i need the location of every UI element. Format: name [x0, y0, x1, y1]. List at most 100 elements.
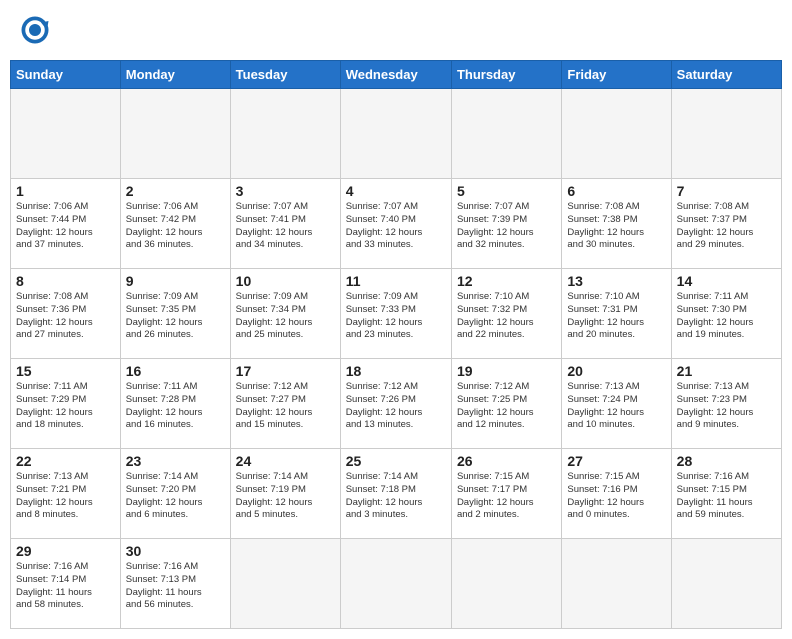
calendar-cell: 30 Sunrise: 7:16 AMSunset: 7:13 PMDayligh… — [120, 539, 230, 629]
calendar-cell — [340, 539, 451, 629]
calendar-cell — [451, 89, 561, 179]
page-header — [10, 10, 782, 50]
day-info: Sunrise: 7:14 AMSunset: 7:20 PMDaylight:… — [126, 471, 225, 522]
day-number: 21 — [677, 363, 776, 379]
calendar-cell: 13Sunrise: 7:10 AMSunset: 7:31 PMDayligh… — [562, 269, 671, 359]
calendar-cell: 9 Sunrise: 7:09 AMSunset: 7:35 PMDaylight… — [120, 269, 230, 359]
col-header-friday: Friday — [562, 61, 671, 89]
calendar-cell: 26 Sunrise: 7:15 AMSunset: 7:17 PMDayligh… — [451, 449, 561, 539]
col-header-thursday: Thursday — [451, 61, 561, 89]
calendar-header-row: SundayMondayTuesdayWednesdayThursdayFrid… — [11, 61, 782, 89]
day-number: 3 — [236, 183, 335, 199]
calendar-cell: 2 Sunrise: 7:06 AMSunset: 7:42 PMDaylight… — [120, 179, 230, 269]
col-header-saturday: Saturday — [671, 61, 781, 89]
day-number: 30 — [126, 543, 225, 559]
calendar-cell: 29 Sunrise: 7:16 AMSunset: 7:14 PMDayligh… — [11, 539, 121, 629]
day-info: Sunrise: 7:10 AMSunset: 7:32 PMDaylight:… — [457, 291, 556, 342]
day-info: Sunrise: 7:09 AMSunset: 7:35 PMDaylight:… — [126, 291, 225, 342]
day-info: Sunrise: 7:09 AMSunset: 7:33 PMDaylight:… — [346, 291, 446, 342]
calendar-cell: 21 Sunrise: 7:13 AMSunset: 7:23 PMDayligh… — [671, 359, 781, 449]
day-info: Sunrise: 7:07 AMSunset: 7:39 PMDaylight:… — [457, 201, 556, 252]
calendar-cell: 10 Sunrise: 7:09 AMSunset: 7:34 PMDayligh… — [230, 269, 340, 359]
day-number: 24 — [236, 453, 335, 469]
day-number: 12 — [457, 273, 556, 289]
day-number: 4 — [346, 183, 446, 199]
day-info: Sunrise: 7:08 AMSunset: 7:36 PMDaylight:… — [16, 291, 115, 342]
day-info: Sunrise: 7:13 AMSunset: 7:21 PMDaylight:… — [16, 471, 115, 522]
day-info: Sunrise: 7:16 AMSunset: 7:14 PMDaylight:… — [16, 561, 115, 612]
day-info: Sunrise: 7:08 AMSunset: 7:37 PMDaylight:… — [677, 201, 776, 252]
day-number: 15 — [16, 363, 115, 379]
calendar-cell: 5 Sunrise: 7:07 AMSunset: 7:39 PMDaylight… — [451, 179, 561, 269]
day-number: 1 — [16, 183, 115, 199]
day-info: Sunrise: 7:11 AMSunset: 7:28 PMDaylight:… — [126, 381, 225, 432]
day-number: 22 — [16, 453, 115, 469]
calendar-cell: 14Sunrise: 7:11 AMSunset: 7:30 PMDayligh… — [671, 269, 781, 359]
day-info: Sunrise: 7:07 AMSunset: 7:41 PMDaylight:… — [236, 201, 335, 252]
calendar-cell — [230, 539, 340, 629]
calendar-cell: 22 Sunrise: 7:13 AMSunset: 7:21 PMDayligh… — [11, 449, 121, 539]
day-number: 19 — [457, 363, 556, 379]
week-row-1: 1 Sunrise: 7:06 AMSunset: 7:44 PMDaylight… — [11, 179, 782, 269]
day-info: Sunrise: 7:13 AMSunset: 7:23 PMDaylight:… — [677, 381, 776, 432]
day-number: 8 — [16, 273, 115, 289]
week-row-2: 8 Sunrise: 7:08 AMSunset: 7:36 PMDaylight… — [11, 269, 782, 359]
day-info: Sunrise: 7:11 AMSunset: 7:30 PMDaylight:… — [677, 291, 776, 342]
day-number: 6 — [567, 183, 665, 199]
day-info: Sunrise: 7:12 AMSunset: 7:26 PMDaylight:… — [346, 381, 446, 432]
day-number: 9 — [126, 273, 225, 289]
calendar-cell — [671, 89, 781, 179]
calendar-cell: 8 Sunrise: 7:08 AMSunset: 7:36 PMDaylight… — [11, 269, 121, 359]
day-number: 26 — [457, 453, 556, 469]
calendar-cell: 19 Sunrise: 7:12 AMSunset: 7:25 PMDayligh… — [451, 359, 561, 449]
calendar-cell: 23Sunrise: 7:14 AMSunset: 7:20 PMDayligh… — [120, 449, 230, 539]
calendar-cell — [562, 539, 671, 629]
calendar-cell: 20 Sunrise: 7:13 AMSunset: 7:24 PMDayligh… — [562, 359, 671, 449]
day-info: Sunrise: 7:07 AMSunset: 7:40 PMDaylight:… — [346, 201, 446, 252]
calendar-cell: 28 Sunrise: 7:16 AMSunset: 7:15 PMDayligh… — [671, 449, 781, 539]
day-number: 16 — [126, 363, 225, 379]
col-header-wednesday: Wednesday — [340, 61, 451, 89]
week-row-0 — [11, 89, 782, 179]
calendar-cell: 12 Sunrise: 7:10 AMSunset: 7:32 PMDayligh… — [451, 269, 561, 359]
col-header-monday: Monday — [120, 61, 230, 89]
calendar-cell — [562, 89, 671, 179]
day-info: Sunrise: 7:14 AMSunset: 7:18 PMDaylight:… — [346, 471, 446, 522]
calendar-cell — [451, 539, 561, 629]
day-number: 5 — [457, 183, 556, 199]
day-info: Sunrise: 7:12 AMSunset: 7:27 PMDaylight:… — [236, 381, 335, 432]
day-number: 2 — [126, 183, 225, 199]
day-info: Sunrise: 7:16 AMSunset: 7:15 PMDaylight:… — [677, 471, 776, 522]
day-info: Sunrise: 7:06 AMSunset: 7:44 PMDaylight:… — [16, 201, 115, 252]
calendar-table: SundayMondayTuesdayWednesdayThursdayFrid… — [10, 60, 782, 629]
calendar-cell: 1 Sunrise: 7:06 AMSunset: 7:44 PMDaylight… — [11, 179, 121, 269]
day-info: Sunrise: 7:08 AMSunset: 7:38 PMDaylight:… — [567, 201, 665, 252]
day-number: 17 — [236, 363, 335, 379]
day-info: Sunrise: 7:16 AMSunset: 7:13 PMDaylight:… — [126, 561, 225, 612]
day-number: 10 — [236, 273, 335, 289]
day-number: 29 — [16, 543, 115, 559]
calendar-cell: 27 Sunrise: 7:15 AMSunset: 7:16 PMDayligh… — [562, 449, 671, 539]
day-number: 28 — [677, 453, 776, 469]
day-number: 13 — [567, 273, 665, 289]
day-info: Sunrise: 7:14 AMSunset: 7:19 PMDaylight:… — [236, 471, 335, 522]
day-info: Sunrise: 7:15 AMSunset: 7:17 PMDaylight:… — [457, 471, 556, 522]
day-number: 25 — [346, 453, 446, 469]
day-info: Sunrise: 7:13 AMSunset: 7:24 PMDaylight:… — [567, 381, 665, 432]
week-row-3: 15Sunrise: 7:11 AMSunset: 7:29 PMDayligh… — [11, 359, 782, 449]
col-header-tuesday: Tuesday — [230, 61, 340, 89]
calendar-cell: 16 Sunrise: 7:11 AMSunset: 7:28 PMDayligh… — [120, 359, 230, 449]
day-number: 20 — [567, 363, 665, 379]
calendar-cell — [230, 89, 340, 179]
calendar-cell: 6 Sunrise: 7:08 AMSunset: 7:38 PMDaylight… — [562, 179, 671, 269]
day-number: 27 — [567, 453, 665, 469]
day-info: Sunrise: 7:15 AMSunset: 7:16 PMDaylight:… — [567, 471, 665, 522]
week-row-4: 22 Sunrise: 7:13 AMSunset: 7:21 PMDayligh… — [11, 449, 782, 539]
day-number: 7 — [677, 183, 776, 199]
day-number: 18 — [346, 363, 446, 379]
calendar-cell: 7 Sunrise: 7:08 AMSunset: 7:37 PMDaylight… — [671, 179, 781, 269]
day-info: Sunrise: 7:09 AMSunset: 7:34 PMDaylight:… — [236, 291, 335, 342]
day-info: Sunrise: 7:12 AMSunset: 7:25 PMDaylight:… — [457, 381, 556, 432]
calendar-cell: 17 Sunrise: 7:12 AMSunset: 7:27 PMDayligh… — [230, 359, 340, 449]
day-info: Sunrise: 7:06 AMSunset: 7:42 PMDaylight:… — [126, 201, 225, 252]
